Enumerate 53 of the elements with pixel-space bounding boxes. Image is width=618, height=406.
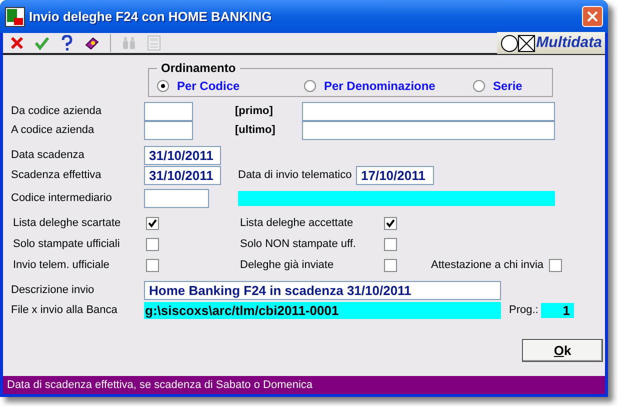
checkbox[interactable] [384,259,397,272]
ok-button[interactable]: Ok [522,339,603,362]
field-label: Codice intermediario [11,191,113,206]
field-label: A codice azienda [11,123,96,138]
checkbox[interactable] [146,259,159,272]
group-title: Ordinamento [160,60,237,77]
app-icon [5,6,25,26]
radio-label[interactable]: Per Denominazione [324,77,436,95]
checkbox-label: Lista deleghe accettate [240,216,354,232]
close-button[interactable] [582,6,603,27]
logo-text: Multidata [536,32,602,53]
field-label: Prog.: [509,303,540,318]
radio-button[interactable] [157,80,169,92]
date-field[interactable]: 31/10/2011 [144,146,221,165]
checkbox-label: Attestazione a chi invia [431,258,545,274]
checkbox[interactable] [146,217,159,230]
input-field[interactable] [302,102,555,121]
checkbox-label: Invio telem. ufficiale [13,258,110,274]
radio-button[interactable] [473,80,485,92]
window-title: Invio deleghe F24 con HOME BANKING [29,8,272,26]
input-field[interactable]: Home Banking F24 in scadenza 31/10/2011 [144,281,501,300]
checkbox-label: Solo NON stampate uff. [240,237,357,252]
close-icon [587,11,598,22]
field-label: Data scadenza [11,148,86,164]
checkbox[interactable] [549,259,562,272]
check-icon[interactable] [32,34,52,52]
input-field[interactable] [144,121,193,140]
radio-label[interactable]: Per Codice [177,77,240,95]
date-field[interactable]: 31/10/2011 [144,166,221,185]
field-label: Data di invio telematico [238,168,353,184]
input-field[interactable] [144,189,209,208]
checkbox[interactable] [384,217,397,230]
file-path-field: g:\siscoxs\arc/tlm/cbi2011-0001 [144,302,501,319]
checkbox[interactable] [146,238,159,251]
field-tag: [ultimo] [235,122,302,139]
radio-button[interactable] [304,80,316,92]
date-field[interactable]: 17/10/2011 [356,166,434,185]
checkbox-label: Solo stampate ufficiali [13,237,121,252]
checkbox[interactable] [384,238,397,251]
field-tag: [primo] [235,103,302,120]
radio-label[interactable]: Serie [493,77,522,95]
counter-field: 1 [541,303,574,318]
checkbox-label: Lista deleghe scartate [13,216,122,232]
field-label: Scadenza effettiva [11,168,102,184]
input-field[interactable] [302,121,555,140]
checkbox-label: Deleghe già inviate [240,258,335,274]
input-field[interactable] [144,102,193,121]
field-label: Descrizione invio [11,283,96,298]
crossed-box-icon [518,34,536,52]
status-bar: Data di scadenza effettiva, se scadenza di Sabato o Domenica [3,376,605,394]
field-label: File x invio alla Banca [11,303,118,318]
circle-icon [501,34,518,52]
field-label: Da codice azienda [11,104,103,120]
